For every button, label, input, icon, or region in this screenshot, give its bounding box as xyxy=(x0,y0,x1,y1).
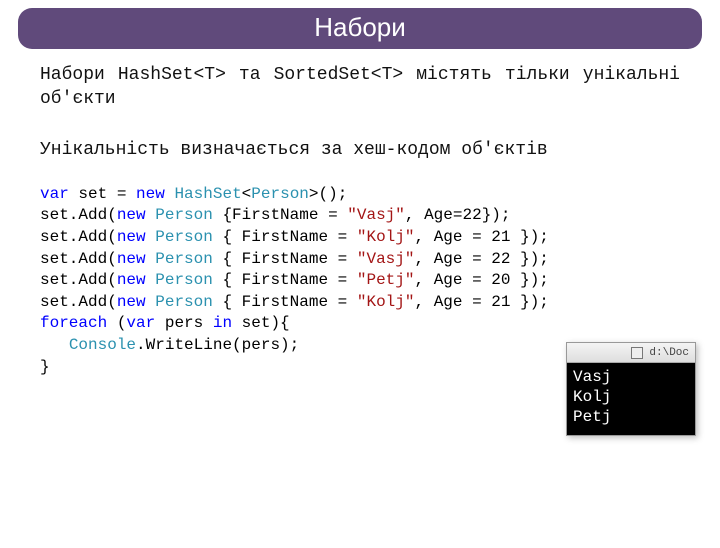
console-title-text: d:\Doc xyxy=(649,347,689,359)
cmd-icon xyxy=(631,347,643,359)
console-output-window: d:\Doc Vasj Kolj Petj xyxy=(566,342,696,436)
console-titlebar: d:\Doc xyxy=(567,343,695,363)
paragraph-sets-intro: Набори HashSet<T> та SortedSet<T> містят… xyxy=(40,63,680,112)
slide-title-text: Набори xyxy=(314,12,406,42)
paragraph-uniqueness: Унікальність визначається за хеш-кодом о… xyxy=(40,138,680,162)
slide-title: Набори xyxy=(18,8,702,49)
console-body: Vasj Kolj Petj xyxy=(567,363,695,435)
